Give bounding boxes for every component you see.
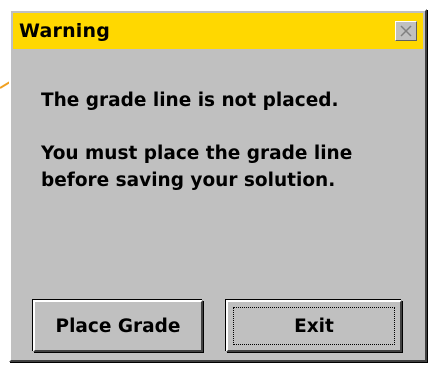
warning-message-line-3: before saving your solution. <box>41 170 336 191</box>
dialog-title: Warning <box>19 20 111 42</box>
dialog-titlebar: Warning <box>13 13 423 49</box>
close-x-icon <box>400 25 412 37</box>
exit-button-label: Exit <box>294 315 334 337</box>
warning-message-line-2: You must place the grade line <box>41 143 353 164</box>
warning-message-line-1: The grade line is not placed. <box>41 90 339 111</box>
warning-dialog: Warning The grade line is not placed. Yo… <box>9 9 427 362</box>
place-grade-button-label: Place Grade <box>55 315 181 337</box>
close-button[interactable] <box>395 21 417 41</box>
place-grade-button[interactable]: Place Grade <box>33 300 203 352</box>
exit-button[interactable]: Exit <box>226 300 402 352</box>
